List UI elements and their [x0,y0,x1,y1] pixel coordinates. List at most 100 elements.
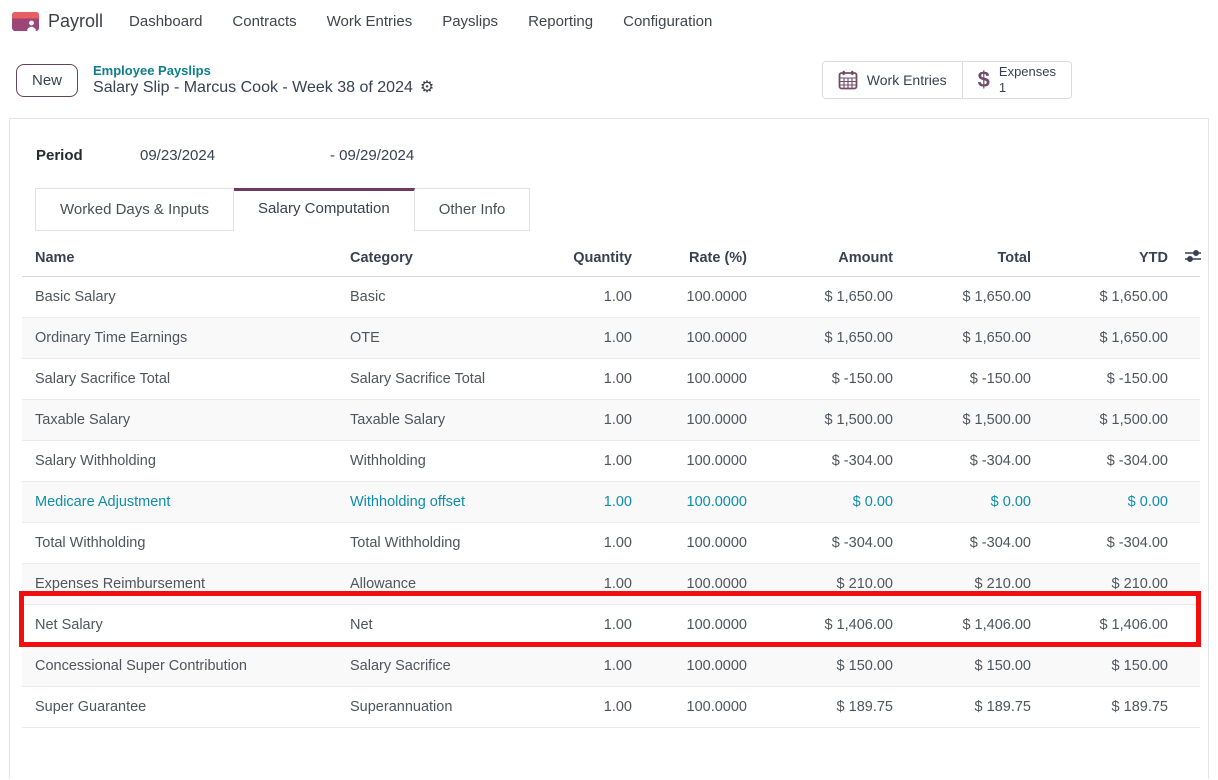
cell-name[interactable]: Salary Sacrifice Total [22,359,337,400]
cell-ytd[interactable]: $ 1,500.00 [1044,400,1181,441]
cell-category[interactable]: Total Withholding [337,523,530,564]
cell-amount[interactable]: $ 1,406.00 [760,605,906,646]
cell-ytd[interactable]: $ 1,650.00 [1044,277,1181,318]
cell-quantity[interactable]: 1.00 [530,277,645,318]
cell-amount[interactable]: $ 1,650.00 [760,277,906,318]
expenses-button[interactable]: $ Expenses 1 [962,62,1071,98]
cell-category[interactable]: Allowance [337,564,530,605]
cell-ytd[interactable]: $ -304.00 [1044,523,1181,564]
cell-ytd[interactable]: $ 189.75 [1044,687,1181,728]
cell-category[interactable]: Withholding offset [337,482,530,523]
nav-item-work-entries[interactable]: Work Entries [327,13,413,30]
cell-ytd[interactable]: $ 0.00 [1044,482,1181,523]
new-button[interactable]: New [16,64,78,97]
period-start-field[interactable]: 09/23/2024 [140,147,330,164]
nav-item-payslips[interactable]: Payslips [442,13,498,30]
table-row[interactable]: Basic Salary Basic 1.00 100.0000 $ 1,650… [22,277,1200,318]
cell-amount[interactable]: $ -150.00 [760,359,906,400]
table-row[interactable]: Salary Withholding Withholding 1.00 100.… [22,441,1200,482]
cell-name[interactable]: Super Guarantee [22,687,337,728]
col-header-amount[interactable]: Amount [760,239,906,277]
cell-name[interactable]: Expenses Reimbursement [22,564,337,605]
col-header-rate[interactable]: Rate (%) [645,239,760,277]
work-entries-button[interactable]: Work Entries [823,62,962,98]
cell-total[interactable]: $ -150.00 [906,359,1044,400]
table-row[interactable]: Total Withholding Total Withholding 1.00… [22,523,1200,564]
cell-name[interactable]: Medicare Adjustment [22,482,337,523]
cell-ytd[interactable]: $ 210.00 [1044,564,1181,605]
breadcrumb-employee-payslips[interactable]: Employee Payslips [93,63,434,78]
optional-columns-icon[interactable] [1183,249,1201,263]
cell-total[interactable]: $ 210.00 [906,564,1044,605]
cell-amount[interactable]: $ -304.00 [760,523,906,564]
cell-quantity[interactable]: 1.00 [530,605,645,646]
cell-rate[interactable]: 100.0000 [645,482,760,523]
nav-item-dashboard[interactable]: Dashboard [129,13,202,30]
cell-amount[interactable]: $ 1,500.00 [760,400,906,441]
cell-total[interactable]: $ -304.00 [906,523,1044,564]
cell-quantity[interactable]: 1.00 [530,400,645,441]
cell-quantity[interactable]: 1.00 [530,523,645,564]
cell-amount[interactable]: $ -304.00 [760,441,906,482]
nav-item-configuration[interactable]: Configuration [623,13,712,30]
cell-category[interactable]: Superannuation [337,687,530,728]
cell-ytd[interactable]: $ 1,406.00 [1044,605,1181,646]
cell-rate[interactable]: 100.0000 [645,318,760,359]
cell-quantity[interactable]: 1.00 [530,646,645,687]
cell-total[interactable]: $ -304.00 [906,441,1044,482]
col-header-name[interactable]: Name [22,239,337,277]
tab-salary-computation[interactable]: Salary Computation [234,188,415,231]
period-end-field[interactable]: - 09/29/2024 [330,147,414,164]
cell-ytd[interactable]: $ -304.00 [1044,441,1181,482]
cell-amount[interactable]: $ 150.00 [760,646,906,687]
cell-quantity[interactable]: 1.00 [530,318,645,359]
cell-rate[interactable]: 100.0000 [645,400,760,441]
cell-total[interactable]: $ 1,650.00 [906,277,1044,318]
cell-rate[interactable]: 100.0000 [645,564,760,605]
cell-category[interactable]: Basic [337,277,530,318]
table-row[interactable]: Salary Sacrifice Total Salary Sacrifice … [22,359,1200,400]
cell-category[interactable]: Salary Sacrifice Total [337,359,530,400]
cell-ytd[interactable]: $ 150.00 [1044,646,1181,687]
cell-name[interactable]: Basic Salary [22,277,337,318]
cell-quantity[interactable]: 1.00 [530,359,645,400]
cell-total[interactable]: $ 0.00 [906,482,1044,523]
cell-quantity[interactable]: 1.00 [530,564,645,605]
nav-item-reporting[interactable]: Reporting [528,13,593,30]
cell-amount[interactable]: $ 0.00 [760,482,906,523]
cell-name[interactable]: Concessional Super Contribution [22,646,337,687]
table-row[interactable]: Expenses Reimbursement Allowance 1.00 10… [22,564,1200,605]
cell-rate[interactable]: 100.0000 [645,687,760,728]
cell-rate[interactable]: 100.0000 [645,523,760,564]
cell-amount[interactable]: $ 1,650.00 [760,318,906,359]
cell-amount[interactable]: $ 210.00 [760,564,906,605]
cell-rate[interactable]: 100.0000 [645,277,760,318]
col-header-category[interactable]: Category [337,239,530,277]
gear-icon[interactable]: ⚙ [420,80,434,96]
cell-quantity[interactable]: 1.00 [530,441,645,482]
cell-amount[interactable]: $ 189.75 [760,687,906,728]
table-row[interactable]: Taxable Salary Taxable Salary 1.00 100.0… [22,400,1200,441]
nav-item-contracts[interactable]: Contracts [232,13,296,30]
col-header-ytd[interactable]: YTD [1044,239,1181,277]
cell-total[interactable]: $ 1,650.00 [906,318,1044,359]
cell-category[interactable]: Withholding [337,441,530,482]
cell-ytd[interactable]: $ -150.00 [1044,359,1181,400]
cell-category[interactable]: Net [337,605,530,646]
tab-other-info[interactable]: Other Info [415,188,531,231]
cell-quantity[interactable]: 1.00 [530,482,645,523]
cell-category[interactable]: OTE [337,318,530,359]
cell-name[interactable]: Total Withholding [22,523,337,564]
table-row[interactable]: Medicare Adjustment Withholding offset 1… [22,482,1200,523]
cell-category[interactable]: Salary Sacrifice [337,646,530,687]
cell-rate[interactable]: 100.0000 [645,646,760,687]
tab-worked-days-inputs[interactable]: Worked Days & Inputs [35,188,234,231]
cell-name[interactable]: Taxable Salary [22,400,337,441]
cell-rate[interactable]: 100.0000 [645,441,760,482]
table-row[interactable]: Ordinary Time Earnings OTE 1.00 100.0000… [22,318,1200,359]
table-row[interactable]: Super Guarantee Superannuation 1.00 100.… [22,687,1200,728]
cell-ytd[interactable]: $ 1,650.00 [1044,318,1181,359]
cell-name[interactable]: Net Salary [22,605,337,646]
cell-total[interactable]: $ 150.00 [906,646,1044,687]
app-switcher[interactable]: Payroll [12,11,103,32]
